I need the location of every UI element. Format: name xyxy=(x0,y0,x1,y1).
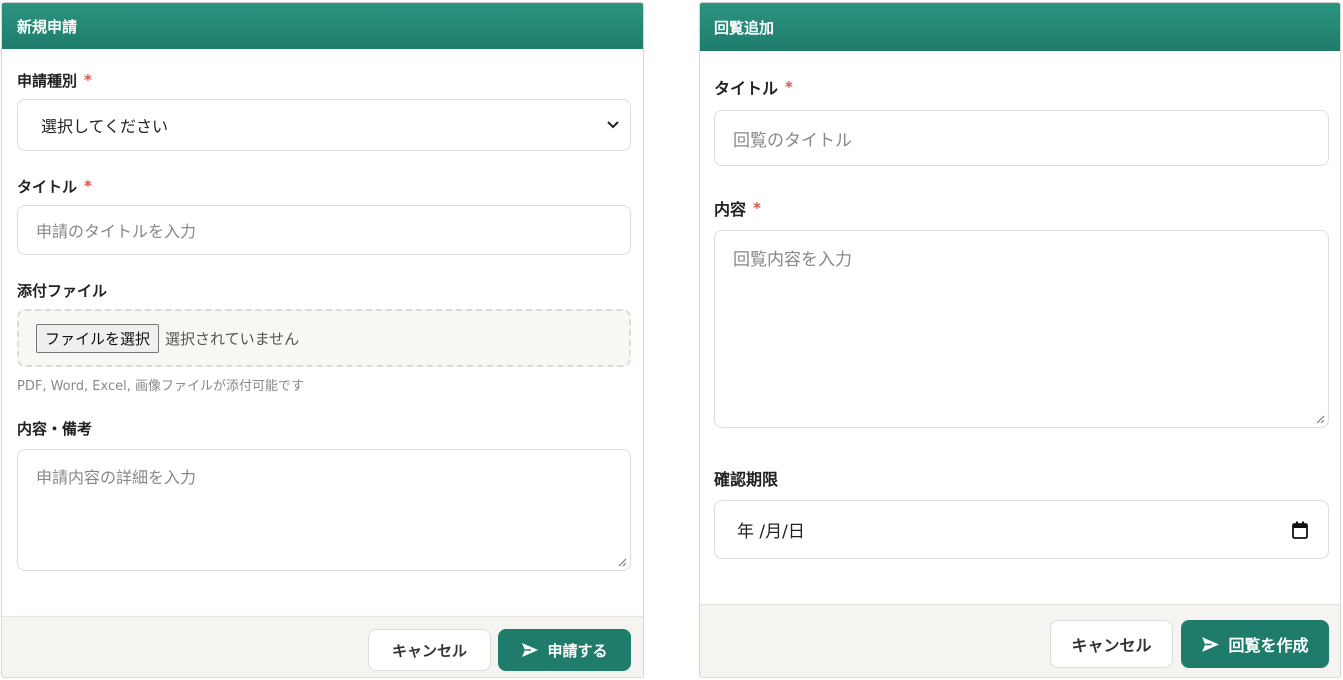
chevron-down-icon xyxy=(607,121,619,129)
send-icon xyxy=(522,643,539,657)
notes-textarea[interactable]: 申請内容の詳細を入力 xyxy=(17,449,631,571)
dialog-header: 新規申請 xyxy=(2,3,643,49)
circular-title-input[interactable]: 回覧のタイトル xyxy=(714,110,1329,166)
create-circular-button[interactable]: 回覧を作成 xyxy=(1181,620,1329,668)
title-input[interactable]: 申請のタイトルを入力 xyxy=(17,205,631,255)
application-type-label: 申請種別 * xyxy=(17,71,92,90)
choose-file-button[interactable]: ファイルを選択 xyxy=(36,323,160,353)
resize-grip-icon[interactable] xyxy=(1315,414,1325,424)
file-drop-zone[interactable]: ファイルを選択 選択されていません xyxy=(17,309,631,367)
title-label: タイトル * xyxy=(714,78,793,98)
cancel-button[interactable]: キャンセル xyxy=(1050,620,1173,668)
attachment-label: 添付ファイル xyxy=(17,281,108,300)
required-mark: * xyxy=(753,199,761,217)
add-circular-dialog: 回覧追加 タイトル * 回覧のタイトル 内容 * 回覧内容を入力 確認期限 年 … xyxy=(699,2,1341,678)
file-status: 選択されていません xyxy=(165,329,300,348)
content-label: 内容 * xyxy=(714,199,761,219)
required-mark: * xyxy=(84,177,92,195)
notes-label: 内容・備考 xyxy=(17,419,93,438)
send-icon xyxy=(1202,636,1220,652)
application-type-select[interactable]: 選択してください xyxy=(17,99,631,151)
circular-content-textarea[interactable]: 回覧内容を入力 xyxy=(714,230,1329,428)
required-mark: * xyxy=(785,78,793,96)
new-application-dialog: 新規申請 申請種別 * 選択してください タイトル * 申請のタイトルを入力 添… xyxy=(1,2,644,678)
dialog-title: 回覧追加 xyxy=(714,18,775,37)
required-mark: * xyxy=(84,71,92,89)
calendar-icon[interactable] xyxy=(1292,521,1308,539)
dialog-title: 新規申請 xyxy=(17,17,78,36)
file-hint: PDF, Word, Excel, 画像ファイルが添付可能です xyxy=(17,379,304,394)
deadline-date-input[interactable]: 年 /月/日 xyxy=(714,500,1329,559)
submit-application-button[interactable]: 申請する xyxy=(498,629,631,671)
dialog-header: 回覧追加 xyxy=(700,3,1340,51)
title-label: タイトル * xyxy=(17,177,92,196)
cancel-button[interactable]: キャンセル xyxy=(368,629,491,671)
deadline-label: 確認期限 xyxy=(714,470,779,489)
resize-grip-icon[interactable] xyxy=(617,557,627,567)
